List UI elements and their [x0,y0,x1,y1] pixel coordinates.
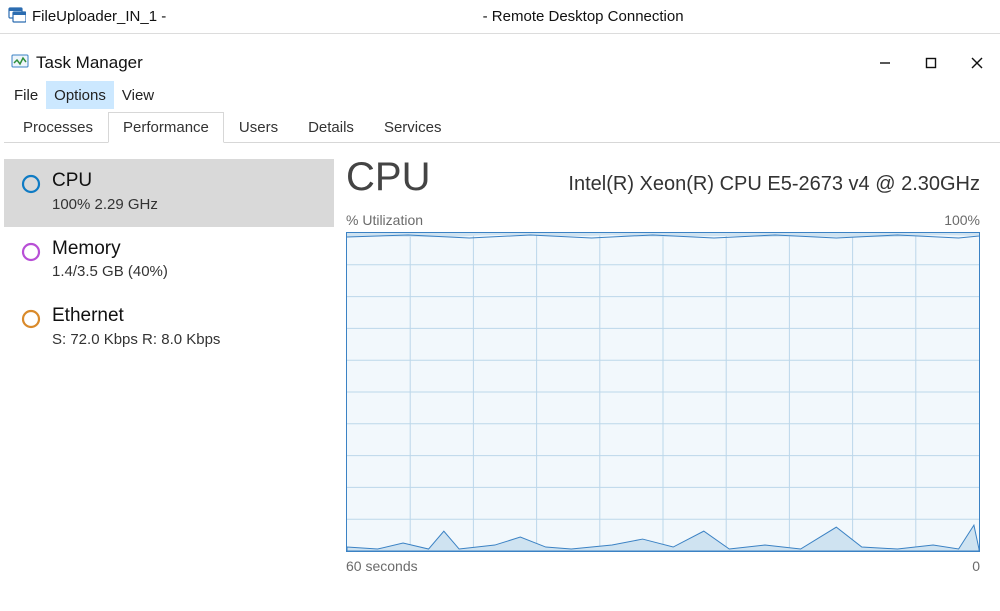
ethernet-ring-icon [20,308,42,330]
tab-details[interactable]: Details [293,112,369,143]
graph-x-right: 0 [972,558,980,574]
cpu-sub: 100% 2.29 GHz [52,196,158,213]
rdc-icon [8,6,26,28]
tab-users[interactable]: Users [224,112,293,143]
menu-file[interactable]: File [6,81,46,109]
cpu-heading: CPU [346,155,430,200]
sidebar-item-cpu[interactable]: CPU 100% 2.29 GHz [4,159,334,227]
memory-sub: 1.4/3.5 GB (40%) [52,263,168,280]
cpu-label: CPU [52,169,158,194]
performance-content: CPU 100% 2.29 GHz Memory 1.4/3.5 GB (40%… [4,145,1000,611]
graph-x-left: 60 seconds [346,558,418,574]
tab-strip: Processes Performance Users Details Serv… [4,111,1000,143]
task-manager-title-bar: Task Manager [4,45,1000,81]
rdc-connection-name: FileUploader_IN_1 - [32,8,166,25]
cpu-header: CPU Intel(R) Xeon(R) CPU E5-2673 v4 @ 2.… [346,155,980,200]
ethernet-label: Ethernet [52,304,220,329]
tab-performance[interactable]: Performance [108,112,224,143]
graph-label-util: % Utilization [346,212,423,228]
rdc-title: - Remote Desktop Connection [166,8,1000,25]
maximize-button[interactable] [908,45,954,81]
cpu-detail-pane: CPU Intel(R) Xeon(R) CPU E5-2673 v4 @ 2.… [334,145,1000,611]
caption-buttons [862,45,1000,81]
graph-bottom-labels: 60 seconds 0 [346,558,980,574]
cpu-model: Intel(R) Xeon(R) CPU E5-2673 v4 @ 2.30GH… [568,173,980,196]
memory-ring-icon [20,241,42,263]
task-manager-icon [10,51,30,75]
sidebar-item-memory[interactable]: Memory 1.4/3.5 GB (40%) [4,227,334,295]
cpu-utilization-graph [346,232,980,552]
menu-bar: File Options View [4,81,1000,109]
rdc-title-bar: FileUploader_IN_1 - - Remote Desktop Con… [0,0,1000,34]
tab-processes[interactable]: Processes [8,112,108,143]
sidebar-item-ethernet[interactable]: Ethernet S: 72.0 Kbps R: 8.0 Kbps [4,294,334,362]
tab-services[interactable]: Services [369,112,457,143]
cpu-ring-icon [20,173,42,195]
close-button[interactable] [954,45,1000,81]
minimize-button[interactable] [862,45,908,81]
performance-sidebar: CPU 100% 2.29 GHz Memory 1.4/3.5 GB (40%… [4,145,334,611]
graph-top-labels: % Utilization 100% [346,212,980,228]
ethernet-sub: S: 72.0 Kbps R: 8.0 Kbps [52,331,220,348]
window-title: Task Manager [36,53,143,73]
menu-options[interactable]: Options [46,81,114,109]
graph-label-max: 100% [944,212,980,228]
task-manager-window: Task Manager File Options View Processes… [4,45,1000,611]
memory-label: Memory [52,237,168,262]
menu-view[interactable]: View [114,81,162,109]
